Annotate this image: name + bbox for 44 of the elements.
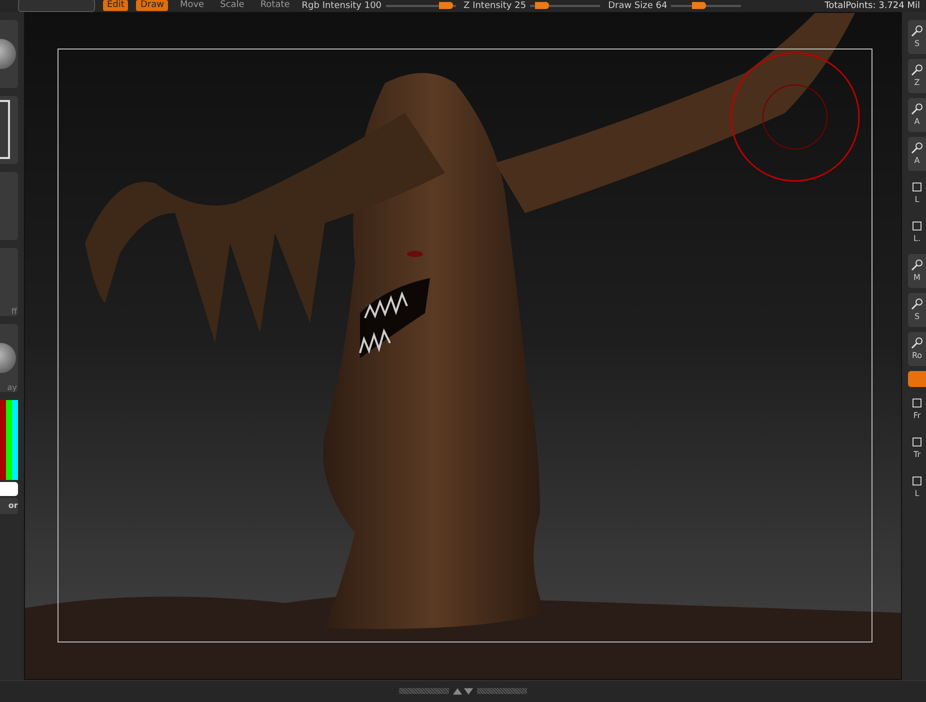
expand-arrows-icon[interactable] (452, 687, 474, 696)
total-points: TotalPoints: 3.724 Mil (824, 0, 921, 11)
brush-cursor-icon (730, 52, 860, 182)
shelf-button[interactable]: L (908, 470, 926, 504)
tool-icon (911, 436, 923, 448)
tool-icon (911, 259, 923, 272)
tool-icon (911, 142, 923, 154)
tool-icon (911, 103, 923, 116)
scroll-grip[interactable] (477, 688, 527, 694)
toggle-button[interactable] (908, 370, 926, 387)
tool-icon (911, 397, 923, 410)
shelf-button[interactable]: L (908, 176, 926, 210)
shelf-button[interactable]: Z (908, 58, 926, 93)
mode-button[interactable]: Draw (136, 0, 168, 12)
color-picker[interactable] (0, 400, 18, 480)
tool-icon (911, 298, 923, 310)
slider-label: Rgb Intensity 100 (302, 0, 382, 11)
tool-icon (911, 475, 923, 488)
tool-icon (911, 337, 923, 350)
shelf-button[interactable]: S (908, 292, 926, 327)
slider-label: Draw Size 64 (608, 0, 668, 11)
tool-icon (911, 181, 923, 194)
mode-button[interactable]: Edit (103, 0, 128, 12)
mode-button[interactable]: Rotate (256, 0, 294, 12)
shelf-button[interactable]: S (908, 20, 926, 54)
tool-icon (911, 220, 923, 232)
square-icon (0, 100, 10, 160)
color-button[interactable]: or (0, 498, 18, 514)
shelf-button[interactable]: Fr (908, 392, 926, 426)
scroll-grip[interactable] (399, 688, 449, 694)
shelf-button[interactable]: A (908, 136, 926, 171)
shelf-button[interactable]: M (908, 254, 926, 288)
tool-icon (911, 25, 923, 38)
tool-icon (911, 64, 923, 76)
shelf-button[interactable]: A (908, 98, 926, 132)
brush-tile[interactable] (0, 96, 18, 164)
mode-button[interactable]: Move (176, 0, 208, 12)
shelf-button[interactable]: L. (908, 214, 926, 249)
mode-button[interactable]: Scale (216, 0, 248, 12)
brush-tile[interactable] (0, 20, 18, 88)
shelf-button[interactable]: Ro (908, 332, 926, 366)
shelf-button[interactable]: Tr (908, 430, 926, 465)
slider-label: Z Intensity 25 (464, 0, 526, 11)
color-swatch[interactable] (0, 482, 18, 496)
